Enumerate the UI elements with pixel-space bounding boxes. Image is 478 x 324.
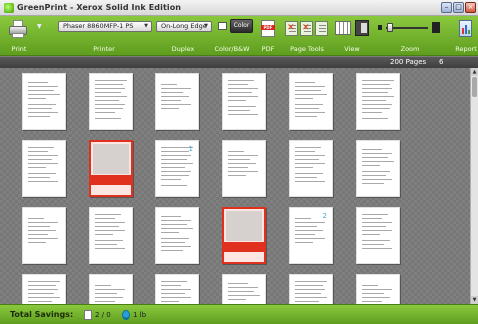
maximize-button[interactable]: □ bbox=[453, 2, 464, 13]
page-thumbnail[interactable] bbox=[222, 274, 266, 304]
pages-saved: 2 / 0 bbox=[84, 308, 111, 322]
page-thumbnail[interactable] bbox=[356, 73, 400, 130]
report-label: Report bbox=[455, 45, 477, 53]
page-thumbnail[interactable] bbox=[356, 140, 400, 197]
zoom-in-icon[interactable] bbox=[432, 22, 440, 33]
window-controls: – □ × bbox=[441, 2, 476, 13]
greenprint-app-icon bbox=[4, 2, 14, 13]
trees-saved: 1 lb bbox=[122, 308, 146, 322]
minimize-button[interactable]: – bbox=[441, 2, 452, 13]
color-bw-label: Color/B&W bbox=[214, 45, 250, 53]
page-thumbnail[interactable] bbox=[155, 274, 199, 304]
scrollbar-thumb[interactable] bbox=[472, 77, 477, 97]
duplex-label: Duplex bbox=[171, 45, 195, 53]
pages-saved-value: 2 / 0 bbox=[95, 311, 111, 319]
vertical-scrollbar[interactable]: ▲ ▼ bbox=[470, 68, 478, 304]
zoom-label: Zoom bbox=[400, 45, 420, 53]
page-thumbnail[interactable] bbox=[222, 140, 266, 197]
toolbar: ▼ Print Phaser 8860MFP-1 PS ▼ Printer On… bbox=[0, 16, 478, 56]
scroll-down-icon[interactable]: ▼ bbox=[471, 296, 478, 304]
print-icon[interactable] bbox=[8, 20, 28, 39]
print-label: Print bbox=[11, 45, 27, 53]
page-thumbnail[interactable] bbox=[289, 73, 333, 130]
trees-saved-value: 1 lb bbox=[133, 311, 147, 319]
page-thumbnail[interactable] bbox=[289, 274, 333, 304]
page-thumbnail[interactable] bbox=[22, 73, 66, 130]
printer-label: Printer bbox=[93, 45, 115, 53]
pdf-icon[interactable]: PDF bbox=[261, 20, 275, 37]
window-title: GreenPrint - Xerox Solid Ink Edition bbox=[17, 3, 182, 12]
chevron-down-icon: ▼ bbox=[144, 23, 148, 29]
title-bar: GreenPrint - Xerox Solid Ink Edition – □… bbox=[0, 0, 478, 16]
info-bar: 200 Pages 6 Removed bbox=[0, 57, 478, 77]
page-thumbnail[interactable] bbox=[89, 207, 133, 264]
page-thumbnail-grid: 12 bbox=[0, 68, 470, 304]
chevron-down-icon: ▼ bbox=[204, 23, 208, 29]
page-thumbnail[interactable]: 2 bbox=[289, 207, 333, 264]
remove-page-icon[interactable]: ✕ bbox=[285, 21, 298, 36]
zoom-out-icon[interactable] bbox=[378, 25, 382, 30]
page-thumbnail[interactable] bbox=[222, 73, 266, 130]
pdf-icon-text: PDF bbox=[263, 25, 273, 30]
remove-text-icon[interactable] bbox=[315, 21, 328, 36]
tree-icon bbox=[122, 310, 130, 320]
print-menu-arrow-icon[interactable]: ▼ bbox=[37, 23, 42, 30]
page-thumbnail[interactable] bbox=[89, 274, 133, 304]
close-button[interactable]: × bbox=[465, 2, 476, 13]
status-bar: Total Savings: 2 / 0 1 lb bbox=[0, 304, 478, 324]
page-thumbnail[interactable] bbox=[356, 274, 400, 304]
single-page-view-icon[interactable] bbox=[355, 20, 369, 36]
remove-images-icon[interactable]: ✕ bbox=[300, 21, 313, 36]
printer-select-value: Phaser 8860MFP-1 PS bbox=[63, 22, 134, 30]
scroll-up-icon[interactable]: ▲ bbox=[471, 68, 478, 76]
page-thumbnail[interactable] bbox=[89, 73, 133, 130]
page-thumbnail[interactable] bbox=[155, 73, 199, 130]
page-thumbnail[interactable] bbox=[22, 140, 66, 197]
page-tools-label: Page Tools bbox=[290, 45, 324, 53]
printer-select[interactable]: Phaser 8860MFP-1 PS ▼ bbox=[58, 21, 152, 32]
page-section-number: 2 bbox=[322, 212, 327, 220]
page-section-number: 1 bbox=[188, 145, 193, 153]
view-label: View bbox=[344, 45, 360, 53]
page-thumbnail[interactable] bbox=[22, 274, 66, 304]
duplex-select-value: On-Long Edge bbox=[161, 22, 207, 30]
page-thumbnail[interactable] bbox=[356, 207, 400, 264]
grid-view-icon[interactable] bbox=[335, 21, 351, 35]
pdf-label: PDF bbox=[261, 45, 275, 53]
removed-page-thumbnail[interactable] bbox=[222, 207, 266, 264]
total-savings-label: Total Savings: bbox=[10, 310, 74, 319]
page-thumbnail[interactable] bbox=[155, 207, 199, 264]
paper-icon bbox=[84, 310, 92, 320]
removed-page-thumbnail[interactable] bbox=[89, 140, 133, 197]
color-toggle-button[interactable]: Color bbox=[230, 19, 253, 33]
page-count: 200 Pages bbox=[390, 58, 427, 66]
color-swatch-icon bbox=[218, 22, 227, 30]
page-thumbnail[interactable] bbox=[22, 207, 66, 264]
zoom-slider-handle[interactable] bbox=[387, 23, 393, 32]
report-icon[interactable] bbox=[459, 20, 472, 37]
page-thumbnail[interactable] bbox=[289, 140, 333, 197]
page-thumbnail[interactable]: 1 bbox=[155, 140, 199, 197]
duplex-select[interactable]: On-Long Edge ▼ bbox=[156, 21, 212, 32]
